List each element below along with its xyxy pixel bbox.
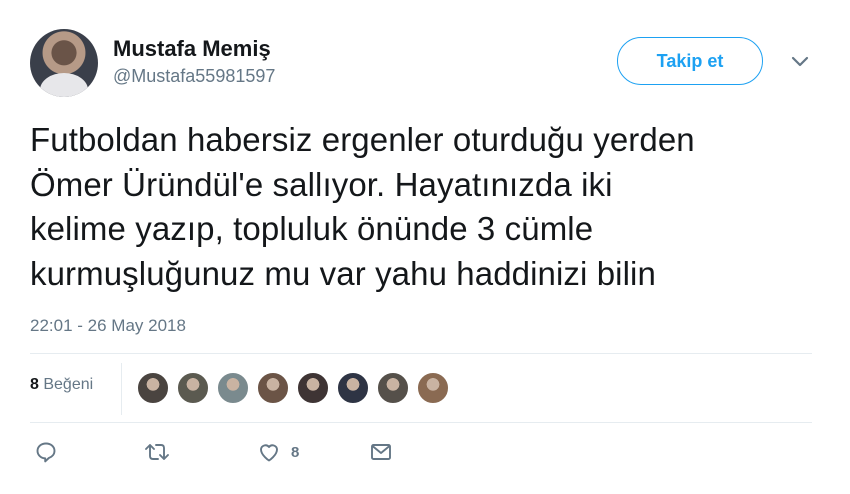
tweet-line: Ömer Üründül'e sallıyor. Hayatınızda iki xyxy=(30,165,613,203)
reply-icon xyxy=(36,442,56,463)
liker-avatar[interactable] xyxy=(176,371,210,405)
liker-avatars xyxy=(136,371,456,405)
retweet-button[interactable] xyxy=(142,440,172,464)
likes-label: Beğeni xyxy=(43,376,94,393)
reply-button[interactable] xyxy=(34,440,58,464)
message-button[interactable] xyxy=(369,440,393,464)
liker-avatar[interactable] xyxy=(296,371,330,405)
liker-avatar[interactable] xyxy=(376,371,410,405)
follow-button[interactable]: Takip et xyxy=(617,37,763,85)
liker-avatar[interactable] xyxy=(416,371,450,405)
user-name[interactable]: Mustafa Memiş xyxy=(113,36,271,62)
heart-icon xyxy=(260,444,278,462)
avatar[interactable] xyxy=(30,29,98,97)
user-handle[interactable]: @Mustafa55981597 xyxy=(113,66,275,87)
divider xyxy=(30,422,812,423)
likes-summary[interactable]: 8 Beğeni xyxy=(30,376,93,394)
tweet-text: Futboldan habersiz ergenler oturduğu yer… xyxy=(30,118,820,296)
chevron-down-icon[interactable] xyxy=(786,52,814,72)
envelope-icon xyxy=(371,444,391,460)
liker-avatar[interactable] xyxy=(256,371,290,405)
likes-count: 8 xyxy=(30,376,39,393)
like-button[interactable]: 8 xyxy=(257,440,299,464)
tweet-timestamp[interactable]: 22:01 - 26 May 2018 xyxy=(30,316,186,336)
liker-avatar[interactable] xyxy=(136,371,170,405)
retweet-icon xyxy=(145,444,169,460)
liker-avatar[interactable] xyxy=(336,371,370,405)
divider xyxy=(121,363,122,415)
like-count: 8 xyxy=(291,443,300,461)
liker-avatar[interactable] xyxy=(216,371,250,405)
tweet-line: kelime yazıp, topluluk önünde 3 cümle xyxy=(30,210,594,247)
divider xyxy=(30,353,812,354)
tweet-line: kurmuşluğunuz mu var yahu haddinizi bili… xyxy=(30,254,656,292)
tweet-line: Futboldan habersiz ergenler oturduğu yer… xyxy=(30,121,695,158)
